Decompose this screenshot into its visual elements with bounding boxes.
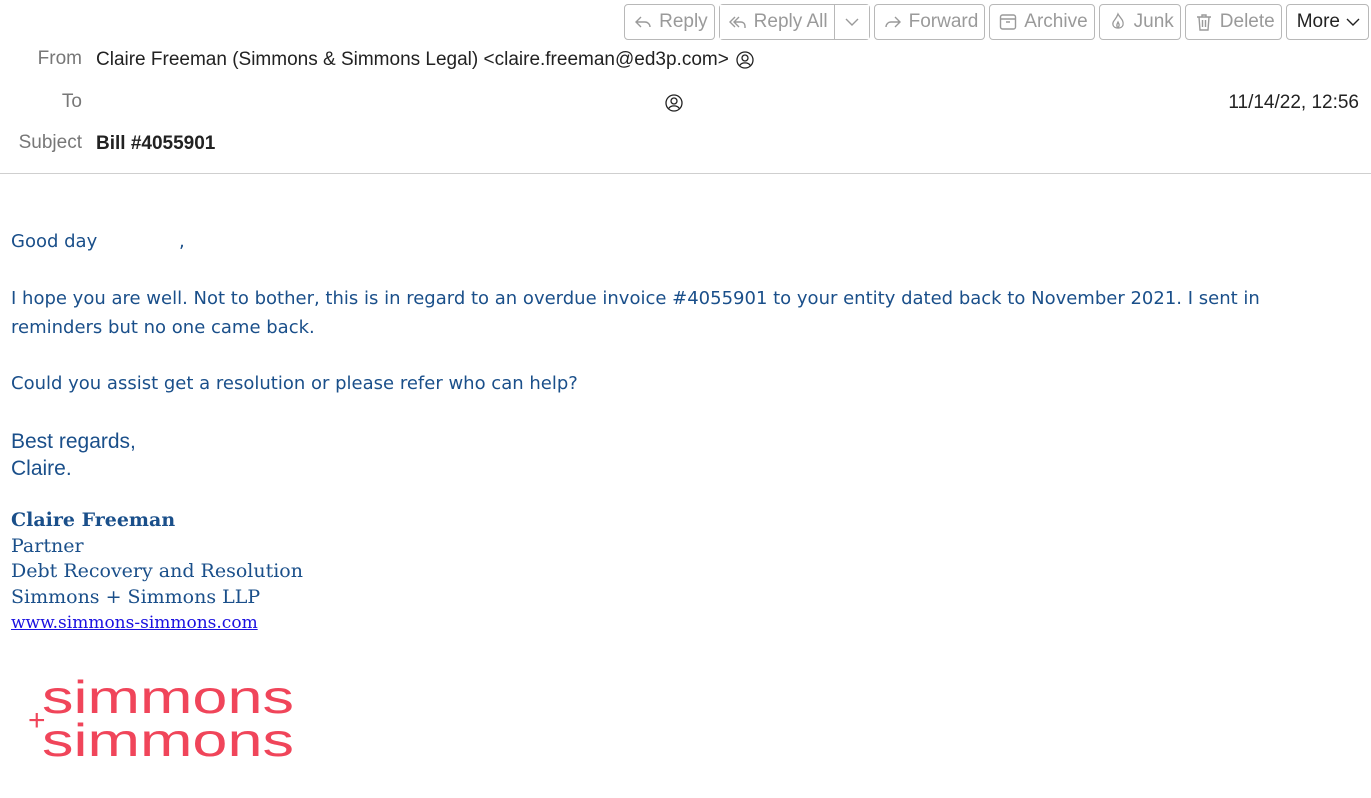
reply-icon (633, 12, 653, 32)
from-label: From (37, 48, 82, 69)
closing: Best regards, Claire. (11, 428, 136, 482)
website-link[interactable]: www.simmons-simmons.com (11, 613, 258, 633)
forward-button[interactable]: Forward (873, 4, 986, 40)
greeting-end: , (178, 231, 185, 252)
from-field[interactable]: Claire Freeman (Simmons & Simmons Legal)… (96, 49, 755, 71)
greeting-start: Good day (11, 231, 98, 252)
more-button[interactable]: More (1285, 4, 1369, 40)
junk-flame-icon (1108, 12, 1128, 32)
signature-firm: Simmons + Simmons LLP (11, 585, 261, 608)
delete-button[interactable]: Delete (1184, 4, 1282, 40)
message-date: 11/14/22, 12:56 (1228, 92, 1359, 113)
forward-label: Forward (908, 11, 979, 32)
archive-button[interactable]: Archive (989, 4, 1095, 40)
signature-title: Partner (11, 534, 84, 557)
chevron-down-icon (1346, 18, 1360, 26)
closing-line-2: Claire. (11, 457, 72, 480)
subject-value: Bill #4055901 (96, 133, 216, 154)
reply-label: Reply (659, 11, 708, 32)
body-paragraph-1: I hope you are well. Not to bother, this… (11, 288, 1260, 338)
more-label: More (1296, 11, 1340, 32)
closing-line-1: Best regards, (11, 430, 136, 453)
logo-line-2: simmons (42, 714, 294, 766)
message-toolbar: Reply Reply All Forward Archive Junk Del… (624, 4, 1369, 40)
trash-icon (1194, 12, 1214, 32)
forward-icon (883, 12, 903, 32)
signature: Claire Freeman Partner Debt Recovery and… (11, 508, 303, 637)
reply-all-button[interactable]: Reply All (719, 5, 834, 39)
sender-address: Claire Freeman (Simmons & Simmons Legal)… (96, 49, 729, 70)
reply-all-label: Reply All (753, 11, 828, 32)
contact-icon[interactable] (664, 93, 684, 113)
greeting: Good day , (11, 227, 1341, 256)
reply-all-split: Reply All (718, 4, 870, 40)
reply-all-icon (728, 12, 748, 32)
reply-all-dropdown[interactable] (834, 5, 869, 39)
signature-department: Debt Recovery and Resolution (11, 560, 303, 582)
signature-name: Claire Freeman (11, 509, 176, 531)
delete-label: Delete (1219, 11, 1275, 32)
chevron-down-icon (845, 18, 859, 26)
simmons-logo: simmons + simmons (28, 676, 308, 776)
archive-label: Archive (1024, 11, 1088, 32)
contact-icon[interactable] (735, 50, 755, 70)
junk-button[interactable]: Junk (1098, 4, 1181, 40)
subject-label: Subject (18, 132, 82, 153)
reply-button[interactable]: Reply (624, 4, 715, 40)
archive-icon (998, 12, 1018, 32)
header-divider (0, 173, 1371, 174)
junk-label: Junk (1133, 11, 1174, 32)
to-label: To (61, 91, 82, 112)
body-paragraph-2: Could you assist get a resolution or ple… (11, 373, 578, 394)
redacted-name (102, 233, 179, 251)
